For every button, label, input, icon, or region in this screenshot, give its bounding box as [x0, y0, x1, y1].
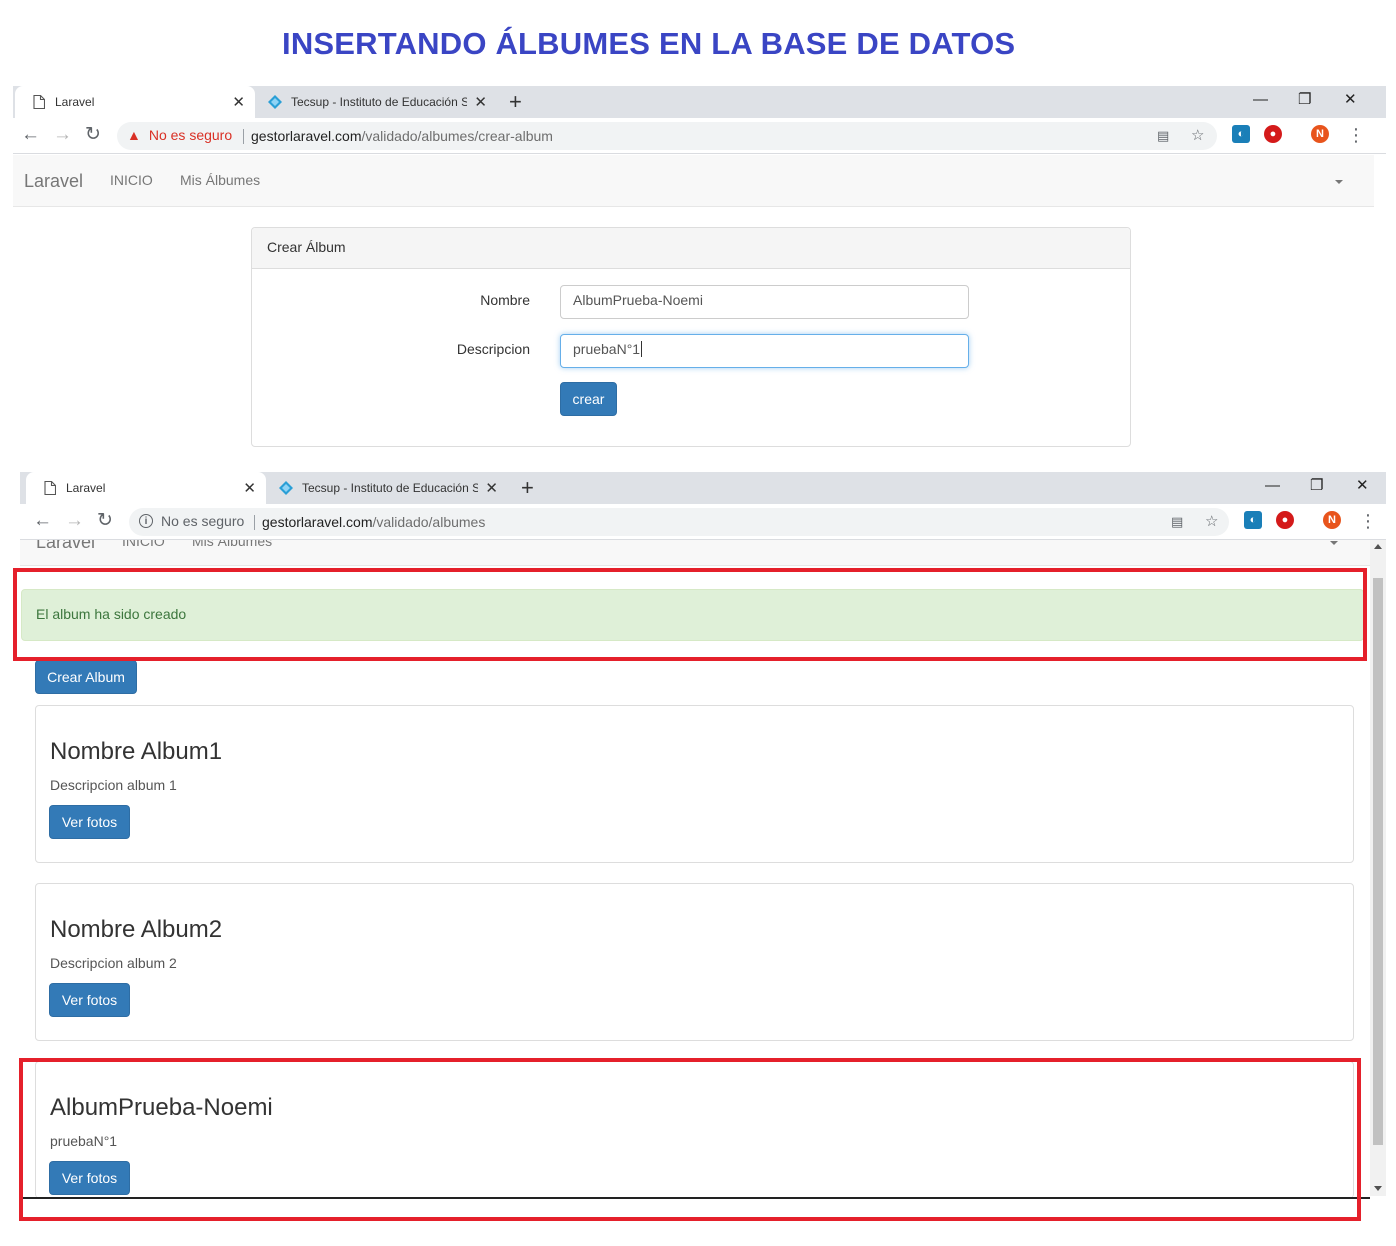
url-text[interactable]: gestorlaravel.com/validado/albumes	[262, 514, 485, 530]
highlight-box-new-album	[19, 1058, 1361, 1221]
tab-label: Laravel	[55, 95, 95, 109]
security-label: No es seguro	[148, 127, 233, 143]
scrollbar-thumb[interactable]	[1373, 578, 1383, 1145]
crear-button[interactable]: crear	[560, 382, 617, 416]
navbar-brand[interactable]: Laravel	[24, 171, 83, 192]
menu-icon[interactable]: ⋮	[1359, 511, 1377, 531]
url-text[interactable]: gestorlaravel.com/validado/albumes/crear…	[251, 128, 553, 144]
restore-icon[interactable]: ❐	[1310, 476, 1323, 496]
info-icon: i	[139, 514, 153, 528]
document-icon	[42, 480, 58, 496]
nav-link-mis-albumes[interactable]: Mis Álbumes	[180, 172, 260, 188]
window-close-icon[interactable]: ✕	[1344, 90, 1357, 110]
album-description: Descripcion album 2	[50, 955, 177, 971]
back-icon[interactable]: ←	[21, 125, 40, 145]
address-bar[interactable]: i No es seguro gestorlaravel.com/validad…	[129, 508, 1229, 536]
scroll-down-icon[interactable]	[1374, 1186, 1382, 1191]
scrollbar[interactable]	[1370, 540, 1386, 1196]
dropdown-caret-icon[interactable]	[1330, 541, 1338, 545]
tab-laravel[interactable]: Laravel ✕	[26, 472, 266, 504]
tab-label: Tecsup - Instituto de Educación S	[291, 95, 467, 109]
profile-avatar[interactable]: N	[1311, 125, 1329, 143]
app-navbar: Laravel INICIO Mis Álbumes	[13, 155, 1374, 207]
panel-title: Crear Álbum	[252, 228, 1130, 269]
new-tab-icon[interactable]: +	[521, 476, 534, 500]
new-tab-icon[interactable]: +	[509, 90, 522, 114]
nav-link-mis-albumes[interactable]: Mis Álbumes	[192, 540, 272, 549]
tab-label: Laravel	[66, 481, 106, 495]
create-album-panel: Crear Álbum Nombre AlbumPrueba-Noemi Des…	[251, 227, 1131, 447]
back-icon[interactable]: ←	[33, 511, 52, 531]
extension-icon[interactable]: ◐	[1232, 125, 1250, 143]
album-name: Nombre Album1	[50, 738, 223, 765]
browser-toolbar: ← → ↻ ▲ No es seguro gestorlaravel.com/v…	[13, 118, 1386, 154]
tecsup-favicon-icon	[278, 480, 294, 496]
profile-avatar[interactable]: N	[1323, 511, 1341, 529]
tab-tecsup[interactable]: Tecsup - Instituto de Educación S ✕	[268, 472, 508, 504]
nav-link-inicio[interactable]: INICIO	[110, 172, 153, 188]
forward-icon[interactable]: →	[65, 511, 84, 531]
reload-icon[interactable]: ↻	[97, 511, 113, 531]
minimize-icon[interactable]: —	[1265, 476, 1280, 496]
adblock-icon[interactable]: ●	[1276, 511, 1294, 529]
translate-icon[interactable]: ▤	[1171, 514, 1183, 530]
ver-fotos-button[interactable]: Ver fotos	[49, 983, 130, 1017]
highlight-box-alert	[13, 568, 1367, 661]
tab-strip: Laravel ✕ Tecsup - Instituto de Educació…	[13, 86, 1386, 118]
album-card: Nombre Album2 Descripcion album 2 Ver fo…	[35, 883, 1354, 1041]
album-card: Nombre Album1 Descripcion album 1 Ver fo…	[35, 705, 1354, 863]
restore-icon[interactable]: ❐	[1298, 90, 1311, 110]
star-icon[interactable]: ☆	[1191, 128, 1204, 144]
tab-laravel[interactable]: Laravel ✕	[15, 86, 255, 118]
adblock-icon[interactable]: ●	[1264, 125, 1282, 143]
browser-toolbar: ← → ↻ i No es seguro gestorlaravel.com/v…	[20, 504, 1386, 540]
address-bar[interactable]: ▲ No es seguro gestorlaravel.com/validad…	[117, 122, 1217, 150]
close-icon[interactable]: ✕	[243, 481, 256, 496]
forward-icon[interactable]: →	[53, 125, 72, 145]
reload-icon[interactable]: ↻	[85, 125, 101, 145]
descripcion-label: Descripcion	[456, 341, 530, 357]
dropdown-caret-icon[interactable]	[1335, 180, 1343, 184]
app-navbar: Laravel INICIO Mis Álbumes	[20, 540, 1370, 566]
close-icon[interactable]: ✕	[232, 95, 245, 110]
warning-icon: ▲	[127, 127, 141, 143]
tecsup-favicon-icon	[267, 94, 283, 110]
album-name: Nombre Album2	[50, 916, 223, 943]
minimize-icon[interactable]: —	[1253, 90, 1268, 110]
tab-tecsup[interactable]: Tecsup - Instituto de Educación S ✕	[257, 86, 497, 118]
security-indicator[interactable]: i No es seguro	[139, 513, 244, 529]
translate-icon[interactable]: ▤	[1157, 128, 1169, 144]
menu-icon[interactable]: ⋮	[1347, 125, 1365, 145]
ver-fotos-button[interactable]: Ver fotos	[49, 805, 130, 839]
nombre-input[interactable]: AlbumPrueba-Noemi	[560, 285, 969, 319]
window-close-icon[interactable]: ✕	[1356, 476, 1369, 496]
nombre-label: Nombre	[480, 292, 530, 308]
star-icon[interactable]: ☆	[1205, 514, 1218, 530]
page-heading: INSERTANDO ÁLBUMES EN LA BASE DE DATOS	[282, 26, 1016, 61]
scroll-up-icon[interactable]	[1374, 544, 1382, 549]
descripcion-input[interactable]: pruebaN°1	[560, 334, 969, 368]
close-icon[interactable]: ✕	[485, 481, 498, 496]
crear-album-button[interactable]: Crear Album	[35, 660, 137, 694]
document-icon	[31, 94, 47, 110]
tab-strip: Laravel ✕ Tecsup - Instituto de Educació…	[20, 472, 1386, 504]
security-label: No es seguro	[161, 513, 245, 529]
navbar-brand[interactable]: Laravel	[36, 540, 95, 553]
tab-label: Tecsup - Instituto de Educación S	[302, 481, 478, 495]
close-icon[interactable]: ✕	[474, 95, 487, 110]
album-description: Descripcion album 1	[50, 777, 177, 793]
security-indicator[interactable]: ▲ No es seguro	[127, 127, 232, 143]
extension-icon[interactable]: ◐	[1244, 511, 1262, 529]
nav-link-inicio[interactable]: INICIO	[122, 540, 165, 549]
